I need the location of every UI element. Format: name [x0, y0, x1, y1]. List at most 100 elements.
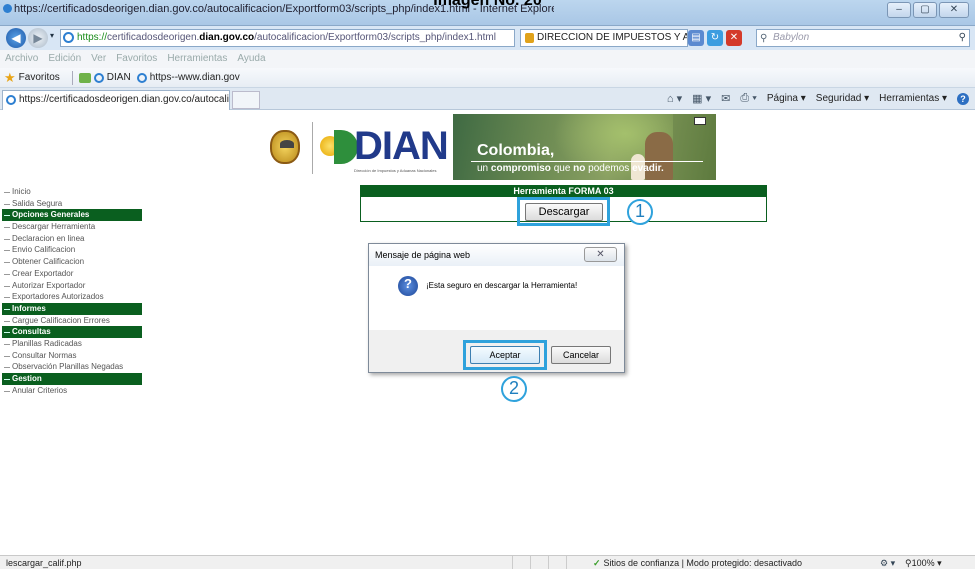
add-favorite-icon[interactable] — [78, 72, 91, 83]
menu-bar: Archivo Edición Ver Favoritos Herramient… — [0, 50, 975, 68]
logo-subtext: Dirección de Impuestos y Aduanas Naciona… — [354, 168, 437, 173]
ie-page-icon — [6, 95, 16, 105]
zoom-level: 100% — [911, 558, 935, 568]
sidebar-item[interactable]: Observación Planillas Negadas — [2, 361, 142, 373]
lock-icon — [525, 33, 534, 43]
sidebar-item[interactable]: Consultar Normas — [2, 350, 142, 362]
banner-rule — [471, 161, 703, 162]
address-row: ◀ ▶ ▾ https://certificadosdeorigen.dian.… — [0, 26, 975, 50]
banner-logo-icon — [694, 117, 706, 125]
sidebar-item[interactable]: Autorizar Exportador — [2, 280, 142, 292]
search-input[interactable]: ⚲ Babylon ⚲ — [756, 29, 970, 47]
print-icon[interactable]: ⎙ ▾ — [740, 92, 756, 105]
security-zone[interactable]: ✓ Sitios de confianza | Modo protegido: d… — [593, 556, 802, 570]
divider — [71, 70, 73, 85]
coat-of-arms-icon — [270, 130, 300, 164]
sidebar-section-header: Consultas — [2, 326, 142, 338]
url-scheme: https:// — [77, 32, 108, 43]
sidebar-item[interactable]: Crear Exportador — [2, 268, 142, 280]
star-icon: ★ — [4, 69, 16, 85]
refresh-icon[interactable]: ↻ — [707, 30, 723, 46]
forward-button[interactable]: ▶ — [28, 28, 48, 48]
dialog-close-button[interactable]: ✕ — [584, 247, 617, 262]
logo-divider — [312, 122, 313, 174]
search-icon[interactable]: ⚲ — [959, 30, 966, 46]
menu-edicion[interactable]: Edición — [48, 50, 81, 68]
favorites-bar: ★ Favoritos DIAN https--www.dian.gov — [0, 68, 975, 88]
search-provider-icon: ⚲ — [760, 33, 768, 44]
sidebar-section-header: Informes — [2, 302, 142, 315]
sidebar-item[interactable]: Exportadores Autorizados — [2, 291, 142, 303]
sidebar-item[interactable]: Descargar Herramienta — [2, 221, 142, 233]
feeds-icon[interactable]: ▦ ▾ — [692, 92, 711, 105]
back-button[interactable]: ◀ — [6, 28, 26, 48]
sidebar-item[interactable]: Cargue Calificacion Errores — [2, 315, 142, 327]
security-report-button[interactable]: DIRECCION DE IMPUESTOS Y ADUA... — [520, 29, 688, 47]
search-placeholder: Babylon — [773, 32, 810, 43]
url-domain: dian.gov.co — [199, 32, 255, 43]
sidebar-item[interactable]: Planillas Radicadas — [2, 338, 142, 350]
sidebar-item[interactable]: Salida Segura — [2, 198, 142, 210]
logo-text: DIAN — [354, 124, 449, 168]
favorite-link-dian-gov[interactable]: https--www.dian.gov — [136, 72, 240, 83]
menu-herramientas[interactable]: Herramientas — [167, 50, 227, 68]
sidebar-menu: Inicio Salida Segura Opciones Generales Des… — [2, 186, 142, 396]
tool-panel: Herramienta FORMA 03 Descargar — [360, 185, 767, 226]
dian-logo: DIAN Dirección de Impuestos y Aduanas Na… — [270, 116, 450, 176]
cert-label: DIRECCION DE IMPUESTOS Y ADUA... — [537, 32, 687, 43]
security-zone-label: Sitios de confianza | Modo protegido: de… — [603, 558, 803, 568]
page-icon — [63, 32, 74, 43]
download-button[interactable]: Descargar — [525, 203, 603, 221]
callout-2: 2 — [501, 376, 527, 402]
sidebar-item[interactable]: Declaracion en linea — [2, 233, 142, 245]
zoom-control[interactable]: ⚲100% ▾ — [905, 556, 942, 570]
header-banner: Colombia, un compromiso que no podemos e… — [453, 114, 716, 180]
banner-title: Colombia, — [477, 142, 555, 159]
tools-menu[interactable]: Herramientas ▾ — [879, 93, 947, 104]
stop-icon[interactable]: ✕ — [726, 30, 742, 46]
sidebar-section-header: Opciones Generales — [2, 209, 142, 222]
new-tab-button[interactable] — [232, 91, 260, 109]
home-icon[interactable]: ⌂ ▾ — [667, 92, 682, 105]
address-buttons: ▤ ↻ ✕ — [688, 30, 742, 46]
ie-page-icon — [136, 72, 147, 83]
zoom-arrow-icon: ▾ — [937, 558, 942, 568]
address-input[interactable]: https://certificadosdeorigen.dian.gov.co… — [60, 29, 515, 47]
favorite-link-label: DIAN — [106, 72, 131, 83]
callout-1: 1 — [627, 199, 653, 225]
help-icon[interactable]: ? — [957, 92, 969, 105]
tool-panel-title: Herramienta FORMA 03 — [361, 186, 766, 197]
favorite-link-dian[interactable]: DIAN — [93, 72, 131, 83]
accept-button[interactable]: Aceptar — [470, 346, 540, 364]
document-caption: Imagen No. 20 — [433, 0, 542, 9]
check-icon: ✓ — [593, 558, 601, 568]
tab-label: https://certificadosdeorigen.dian.gov.co… — [19, 94, 230, 105]
sidebar-item[interactable]: Obtener Calificacion — [2, 256, 142, 268]
security-menu[interactable]: Seguridad ▾ — [816, 93, 869, 104]
cancel-button[interactable]: Cancelar — [551, 346, 611, 364]
question-icon: ? — [398, 276, 418, 296]
confirm-dialog: Mensaje de página web ✕ ? ¡Esta seguro e… — [368, 243, 625, 373]
compatibility-icon[interactable]: ▤ — [688, 30, 704, 46]
zone-settings-icon[interactable]: ⚙ ▾ — [880, 556, 895, 570]
sidebar-item[interactable]: Inicio — [2, 186, 142, 198]
status-text: lescargar_calif.php — [6, 558, 82, 568]
sidebar-item[interactable]: Envio Calificacion — [2, 244, 142, 256]
sidebar-item[interactable]: Anular Criterios — [2, 385, 142, 397]
tab-row: https://certificadosdeorigen.dian.gov.co… — [0, 88, 975, 110]
zoom-icon: ⚲ — [905, 558, 912, 568]
tab-current[interactable]: https://certificadosdeorigen.dian.gov.co… — [2, 90, 230, 110]
ie-page-icon — [93, 72, 104, 83]
banner-slogan: un compromiso que no podemos evadir. — [477, 163, 664, 174]
status-cells — [512, 556, 584, 569]
menu-ver[interactable]: Ver — [91, 50, 106, 68]
menu-archivo[interactable]: Archivo — [5, 50, 38, 68]
menu-ayuda[interactable]: Ayuda — [237, 50, 265, 68]
favorites-button[interactable]: ★ Favoritos — [4, 70, 60, 86]
dialog-message: ¡Esta seguro en descargar la Herramienta… — [426, 281, 578, 290]
mail-icon[interactable]: ✉ — [721, 92, 730, 105]
sidebar-section-header: Gestion — [2, 373, 142, 385]
history-dropdown-icon[interactable]: ▾ — [50, 31, 54, 40]
page-menu[interactable]: Página ▾ — [767, 93, 806, 104]
menu-favoritos[interactable]: Favoritos — [116, 50, 157, 68]
